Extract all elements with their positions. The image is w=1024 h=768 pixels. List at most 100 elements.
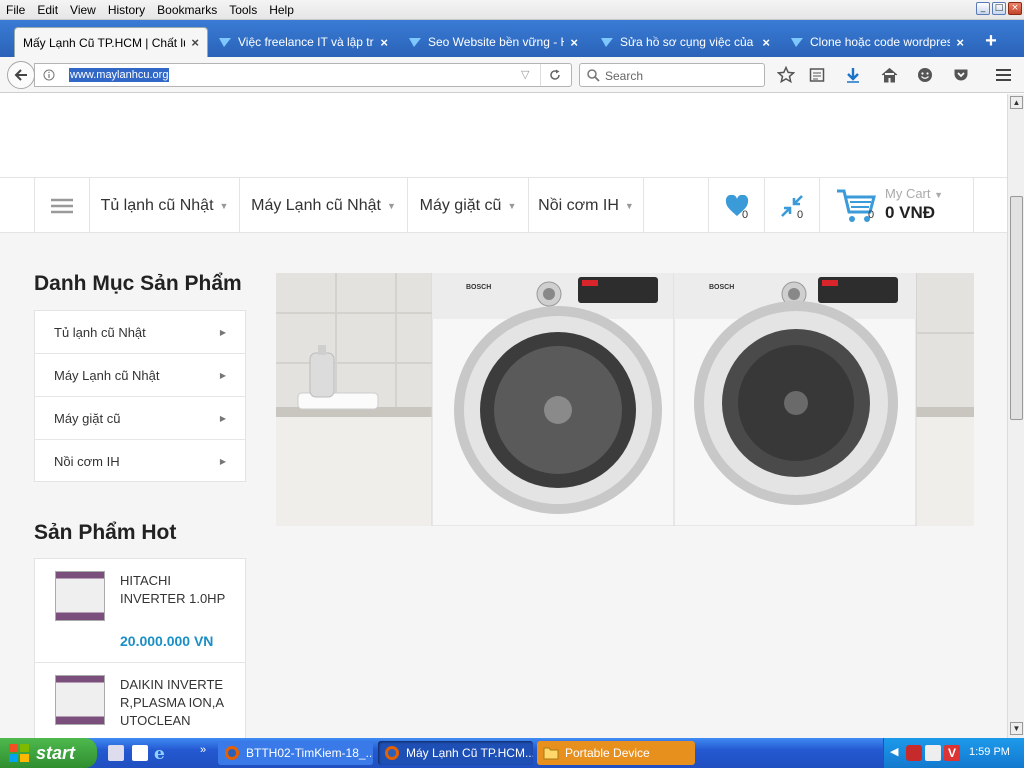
reload-icon[interactable]: [549, 69, 561, 81]
nav-item-noi-com[interactable]: Nồi cơm IH ▼: [528, 178, 644, 233]
tab-seo[interactable]: Seo Website bền vững - Hỏi ×: [400, 27, 586, 57]
search-bar[interactable]: Search: [579, 63, 765, 87]
product-item[interactable]: HITACHI INVERTER 1.0HP 20.000.000 VN: [35, 559, 245, 663]
quicklaunch-app-icon[interactable]: [108, 745, 124, 761]
ie-icon[interactable]: e: [154, 744, 165, 764]
tab-close-icon[interactable]: ×: [956, 35, 964, 50]
category-item-tu-lanh[interactable]: Tủ lạnh cũ Nhật ▶: [35, 311, 245, 354]
tab-hoso[interactable]: Sửa hồ sơ cụng việc của bạn ×: [592, 27, 778, 57]
category-label: Tủ lạnh cũ Nhật: [54, 324, 146, 340]
start-label: start: [36, 742, 76, 763]
new-tab-button[interactable]: +: [980, 31, 1002, 53]
url-text[interactable]: www.maylanhcu.org: [69, 68, 170, 82]
tab-title: Việc freelance IT và lập trình: [238, 35, 374, 49]
category-item-may-giat[interactable]: Máy giặt cũ ▶: [35, 397, 245, 440]
tray-expand-icon[interactable]: ◀: [890, 745, 898, 758]
menu-help[interactable]: Help: [263, 3, 300, 17]
menu-file[interactable]: File: [0, 3, 31, 17]
home-icon[interactable]: [879, 65, 899, 85]
product-thumbnail[interactable]: [55, 675, 105, 725]
tab-maylanhcu[interactable]: Mấy Lạnh Cũ TP.HCM | Chất lượ ×: [14, 27, 208, 57]
scroll-up-icon[interactable]: ▲: [1010, 96, 1023, 109]
scroll-thumb[interactable]: [1010, 196, 1023, 420]
cart-label-text: My Cart: [885, 186, 931, 201]
firefox-icon: [225, 746, 239, 760]
taskbar-task[interactable]: Portable Device: [537, 741, 695, 765]
antivirus-icon[interactable]: [906, 745, 922, 761]
hero-banner[interactable]: BOSCH BOSCH: [276, 273, 974, 526]
product-thumbnail[interactable]: [55, 571, 105, 621]
nav-item-label: Nồi cơm IH: [538, 196, 619, 214]
product-name[interactable]: DAIKIN INVERTER,PLASMA ION,AUTOCLEAN: [120, 676, 228, 730]
freelancer-icon: [601, 38, 613, 47]
washer-dryer-image: [276, 273, 974, 526]
menu-bookmarks[interactable]: Bookmarks: [151, 3, 223, 17]
info-icon[interactable]: [43, 69, 55, 81]
tab-close-icon[interactable]: ×: [380, 35, 388, 50]
cart-label: My Cart ▼: [885, 186, 943, 201]
nav-item-tu-lanh[interactable]: Tủ lạnh cũ Nhật ▼: [89, 178, 239, 233]
banner-brand-right: BOSCH: [709, 284, 735, 291]
firefox-icon: [385, 746, 399, 760]
wishlist-button[interactable]: 0: [708, 178, 764, 233]
hello-chat-icon[interactable]: [915, 65, 935, 85]
dropdown-arrow-icon[interactable]: ▽: [521, 68, 529, 81]
bookmark-star-icon[interactable]: [776, 65, 796, 85]
back-button[interactable]: [7, 61, 35, 89]
menu-tools[interactable]: Tools: [223, 3, 263, 17]
minimize-button[interactable]: _: [976, 2, 990, 15]
taskbar-task-active[interactable]: Máy Lạnh Cũ TP.HCM...: [378, 741, 533, 765]
url-bar[interactable]: www.maylanhcu.org ▽: [34, 63, 572, 87]
triangle-right-icon: ▶: [219, 327, 226, 337]
freelancer-icon: [409, 38, 421, 47]
tab-close-icon[interactable]: ×: [191, 35, 199, 50]
category-item-may-lanh[interactable]: Máy Lạnh cũ Nhật ▶: [35, 354, 245, 397]
tab-close-icon[interactable]: ×: [570, 35, 578, 50]
close-window-button[interactable]: ×: [1008, 2, 1022, 15]
reading-list-icon[interactable]: [807, 65, 827, 85]
device-icon[interactable]: [925, 745, 941, 761]
pocket-icon[interactable]: [951, 65, 971, 85]
menu-edit[interactable]: Edit: [31, 3, 64, 17]
tab-close-icon[interactable]: ×: [762, 35, 770, 50]
cart-button[interactable]: 0 My Cart ▼ 0 VNĐ: [819, 178, 974, 233]
nav-item-may-lanh[interactable]: Máy Lạnh cũ Nhật ▼: [239, 178, 407, 233]
caret-down-icon: ▼: [507, 200, 517, 211]
maximize-button[interactable]: □: [992, 2, 1006, 15]
nav-menu-toggle[interactable]: [34, 178, 89, 233]
scroll-down-icon[interactable]: ▼: [1010, 722, 1023, 735]
cart-count: 0: [868, 209, 875, 221]
compare-button[interactable]: 0: [764, 178, 819, 233]
hamburger-icon: [51, 198, 73, 213]
download-icon[interactable]: [843, 65, 863, 85]
product-item[interactable]: DAIKIN INVERTER,PLASMA ION,AUTOCLEAN: [35, 663, 245, 738]
search-icon: [587, 69, 600, 82]
tab-title: Seo Website bền vững - Hỏi: [428, 35, 565, 49]
caret-down-icon: ▼: [934, 190, 944, 200]
tab-title: Clone hoặc code wordpress: [810, 35, 951, 49]
tab-freelance[interactable]: Việc freelance IT và lập trình ×: [210, 27, 396, 57]
nav-item-may-giat[interactable]: Máy giặt cũ ▼: [407, 178, 528, 233]
start-button[interactable]: start: [0, 738, 97, 768]
more-icon[interactable]: »: [200, 744, 206, 756]
tab-clone[interactable]: Clone hoặc code wordpress ×: [782, 27, 972, 57]
security-icon[interactable]: V: [944, 745, 960, 761]
header-banner-space: [0, 94, 1007, 178]
vertical-scrollbar[interactable]: ▲ ▼: [1007, 94, 1024, 738]
hamburger-menu-icon[interactable]: [993, 65, 1013, 85]
quicklaunch-doc-icon[interactable]: [132, 745, 148, 761]
triangle-right-icon: ▶: [219, 370, 226, 380]
category-item-noi-com[interactable]: Nồi cơm IH ▶: [35, 440, 245, 483]
taskbar-task[interactable]: BTTH02-TimKiem-18_...: [218, 741, 373, 765]
triangle-right-icon: ▶: [219, 413, 226, 423]
product-name[interactable]: HITACHI INVERTER 1.0HP: [120, 572, 228, 608]
back-arrow-icon: [14, 69, 27, 81]
nav-toolbar: www.maylanhcu.org ▽ Search: [0, 57, 1024, 93]
nav-item-label: Máy giặt cũ: [419, 196, 502, 214]
freelancer-icon: [219, 38, 231, 47]
web-page: Tủ lạnh cũ Nhật ▼ Máy Lạnh cũ Nhật ▼ Máy g…: [0, 94, 1007, 738]
menu-history[interactable]: History: [102, 3, 151, 17]
menu-view[interactable]: View: [64, 3, 102, 17]
task-label: Máy Lạnh Cũ TP.HCM...: [406, 746, 533, 760]
clock: 1:59 PM: [969, 746, 1010, 758]
